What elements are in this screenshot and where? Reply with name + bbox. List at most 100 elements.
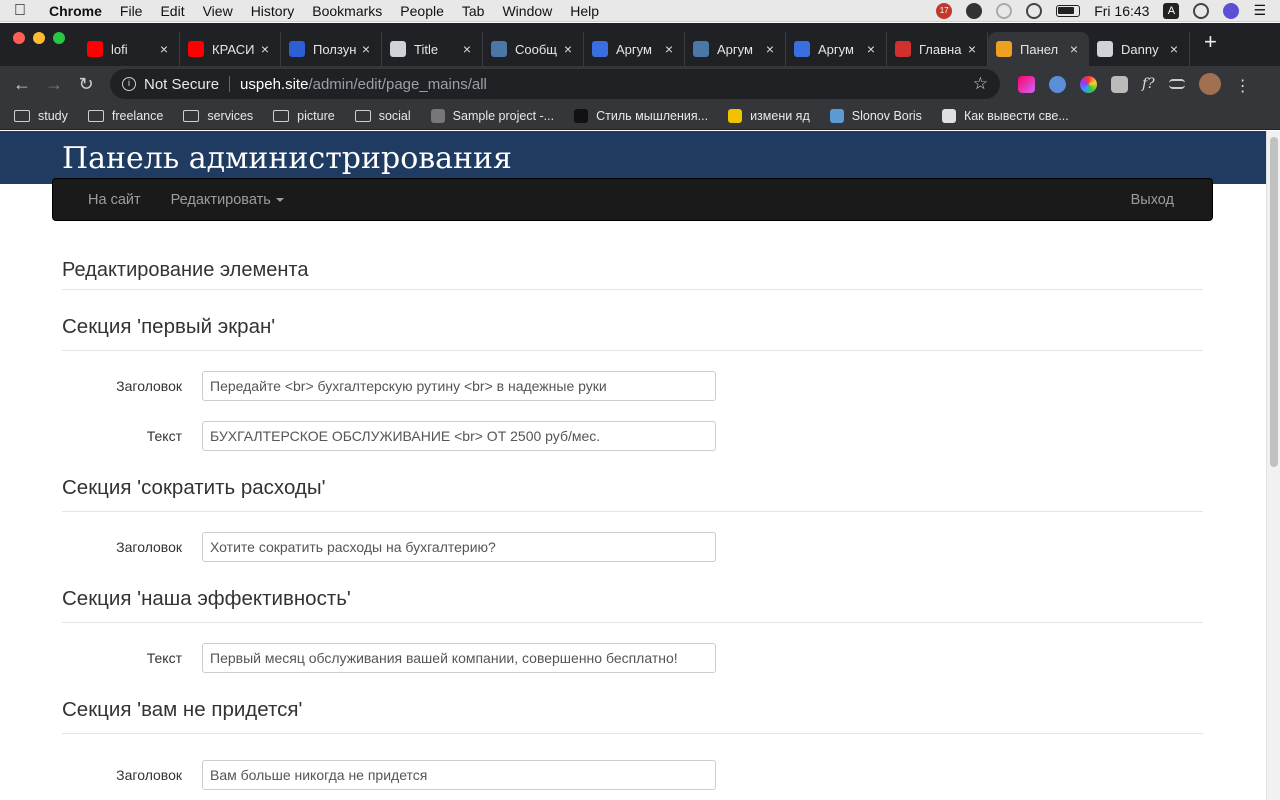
folder-icon — [354, 109, 371, 122]
tab-close-icon[interactable]: × — [359, 41, 373, 57]
edit-form: Редактирование элемента Секция 'первый э… — [62, 251, 1203, 800]
menu-app-chrome[interactable]: Chrome — [40, 3, 111, 19]
bookmark-folder[interactable]: picture — [273, 109, 335, 123]
menu-edit[interactable]: Edit — [151, 3, 193, 19]
browser-tab[interactable]: Сообщ × — [483, 32, 584, 66]
tab-favicon-icon — [87, 41, 103, 57]
bookmark-label: picture — [297, 108, 335, 123]
first-screen-heading-input[interactable]: Передайте <br> бухгалтерскую рутину <br>… — [202, 371, 716, 401]
wont-have-to-heading-input[interactable]: Вам больше никогда не придется — [202, 760, 716, 790]
tab-label: Title — [414, 41, 439, 57]
tab-close-icon[interactable]: × — [1167, 41, 1181, 57]
browser-tab[interactable]: КРАСИ × — [180, 32, 281, 66]
tab-close-icon[interactable]: × — [965, 41, 979, 57]
browser-tab[interactable]: Панел × — [988, 32, 1089, 66]
bookmark-star-icon[interactable]: ☆ — [973, 74, 988, 94]
tab-close-icon[interactable]: × — [662, 41, 676, 57]
nav-to-site-link[interactable]: На сайт — [53, 192, 156, 208]
efficiency-text-input[interactable]: Первый месяц обслуживания вашей компании… — [202, 643, 716, 673]
close-window-icon[interactable] — [13, 31, 25, 44]
menu-people[interactable]: People — [391, 3, 453, 19]
chrome-menu-icon[interactable]: ⋮ — [1235, 76, 1251, 95]
back-arrow-icon[interactable]: ← — [6, 74, 38, 95]
address-bar[interactable]: i Not Secure uspeh.site/admin/edit/page_… — [110, 69, 1000, 99]
extension-globe-icon[interactable] — [1049, 75, 1066, 93]
forward-arrow-icon[interactable]: → — [38, 74, 70, 95]
admin-navbar: На сайт Редактировать Выход — [52, 178, 1213, 221]
notification-badge-icon[interactable]: 17 — [936, 2, 953, 19]
input-source-icon[interactable]: A — [1163, 2, 1180, 19]
tab-close-icon[interactable]: × — [460, 41, 474, 57]
menu-view[interactable]: View — [194, 3, 242, 19]
menu-window[interactable]: Window — [493, 3, 561, 19]
menu-help[interactable]: Help — [561, 3, 608, 19]
bookmark-label: services — [207, 108, 254, 123]
color-picker-extension-icon[interactable] — [1080, 75, 1097, 93]
menu-history[interactable]: History — [242, 3, 304, 19]
bookmark-link[interactable]: Стиль мышления... — [574, 108, 709, 123]
browser-tab[interactable]: Главна × — [887, 32, 988, 66]
tabs-container: lofi × КРАСИ × Ползун × Title × Сообщ × Аргум × Аргу… — [79, 32, 1190, 66]
bookmark-link[interactable]: измени яд — [728, 108, 810, 123]
fullscreen-window-icon[interactable] — [53, 31, 65, 44]
browser-tab[interactable]: Аргум × — [685, 32, 786, 66]
url-host[interactable]: uspeh.site — [240, 76, 308, 93]
bluetooth-icon[interactable] — [996, 2, 1013, 19]
bookmark-link[interactable]: Sample project -... — [430, 108, 555, 123]
menu-bookmarks[interactable]: Bookmarks — [303, 3, 391, 19]
camera-icon[interactable] — [1111, 75, 1128, 93]
minimize-window-icon[interactable] — [33, 31, 45, 44]
new-tab-button[interactable]: + — [1190, 29, 1231, 61]
menu-tab[interactable]: Tab — [453, 3, 494, 19]
browser-tab[interactable]: Ползун × — [281, 32, 382, 66]
url-path[interactable]: /admin/edit/page_mains/all — [308, 76, 486, 93]
browser-tab[interactable]: lofi × — [79, 32, 180, 66]
folder-icon — [183, 109, 200, 122]
spotlight-search-icon[interactable] — [1193, 2, 1210, 19]
font-extension-icon[interactable]: f? — [1142, 76, 1155, 92]
scrollbar-thumb[interactable] — [1270, 137, 1278, 467]
apple-icon[interactable]:  — [0, 2, 40, 20]
browser-tab[interactable]: Danny × — [1089, 32, 1190, 66]
bookmark-folder[interactable]: social — [354, 108, 411, 123]
first-screen-text-input[interactable]: БУХГАЛТЕРСКОЕ ОБСЛУЖИВАНИЕ <br> ОТ 2500 … — [202, 421, 716, 451]
clock[interactable]: Fri 16:43 — [1094, 3, 1149, 19]
nav-edit-dropdown[interactable]: Редактировать — [156, 192, 299, 208]
bookmark-link[interactable]: Как вывести све... — [941, 108, 1069, 123]
tab-close-icon[interactable]: × — [763, 41, 777, 57]
bookmark-folder[interactable]: services — [183, 109, 253, 123]
info-icon[interactable]: i — [122, 77, 136, 91]
tab-label: Панел — [1020, 41, 1059, 57]
page-scrollbar[interactable] — [1266, 131, 1280, 800]
browser-tab[interactable]: Аргум × — [584, 32, 685, 66]
bookmark-label: Sample project -... — [452, 108, 555, 123]
page-title: Редактирование элемента — [62, 251, 1203, 290]
bookmark-link[interactable]: Slonov Boris — [829, 108, 922, 123]
bookmark-folder[interactable]: freelance — [87, 109, 163, 123]
tab-close-icon[interactable]: × — [1067, 41, 1081, 57]
menu-file[interactable]: File — [111, 3, 152, 19]
reload-icon[interactable]: ↻ — [70, 74, 102, 95]
bookmark-label: измени яд — [750, 108, 810, 123]
wifi-icon[interactable] — [1026, 2, 1043, 19]
nav-logout-link[interactable]: Выход — [1116, 192, 1212, 208]
control-list-icon[interactable]: ☰ — [1253, 2, 1266, 19]
bookmark-label: Стиль мышления... — [596, 108, 709, 123]
extension-gradient-icon[interactable] — [1018, 75, 1035, 93]
media-control-icon[interactable] — [1168, 79, 1185, 89]
bolt-icon[interactable] — [966, 2, 983, 19]
cut-costs-heading-input[interactable]: Хотите сократить расходы на бухгалтерию? — [202, 532, 716, 562]
profile-avatar[interactable] — [1198, 73, 1221, 95]
tab-close-icon[interactable]: × — [157, 41, 171, 57]
browser-tab[interactable]: Title × — [382, 32, 483, 66]
bookmark-label: social — [378, 108, 411, 123]
siri-icon[interactable] — [1223, 2, 1240, 19]
browser-tab[interactable]: Аргум × — [786, 32, 887, 66]
tab-close-icon[interactable]: × — [258, 41, 272, 57]
tab-close-icon[interactable]: × — [561, 41, 575, 57]
bookmark-folder[interactable]: study — [14, 109, 68, 123]
security-label[interactable]: Not Secure — [144, 76, 219, 93]
battery-icon[interactable] — [1056, 4, 1081, 17]
bookmark-favicon-icon — [728, 108, 743, 123]
tab-close-icon[interactable]: × — [864, 41, 878, 57]
